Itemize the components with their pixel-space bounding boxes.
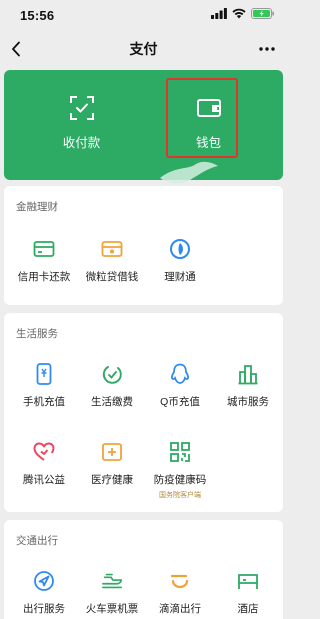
page-title: 支付 <box>129 41 158 57</box>
qcoin-topup-label: Q币充值 <box>160 396 200 408</box>
utility-bill-button[interactable]: 生活缴费 <box>77 363 147 409</box>
utility-bill-label: 生活缴费 <box>91 396 133 408</box>
city-icon <box>237 363 259 385</box>
section-title: 交通出行 <box>16 535 58 547</box>
section-title: 金融理财 <box>16 201 58 213</box>
wealth-label: 理财通 <box>164 271 196 283</box>
charity-button[interactable]: 腾讯公益 <box>9 441 79 487</box>
hotel-button[interactable]: 酒店 <box>213 570 283 616</box>
credit-card-repay-button[interactable]: 信用卡还款 <box>9 238 79 284</box>
more-icon[interactable] <box>257 40 277 58</box>
mobile-topup-button[interactable]: 手机充值 <box>9 363 79 409</box>
wallet-highlight <box>166 78 238 158</box>
medical-icon <box>101 441 123 463</box>
didi-icon <box>169 570 191 592</box>
didi-button[interactable]: 滴滴出行 <box>145 570 215 616</box>
medical-health-button[interactable]: 医疗健康 <box>77 441 147 487</box>
back-icon[interactable] <box>6 39 26 59</box>
payment-card: 收付款 钱包 <box>4 70 283 180</box>
signal-icon <box>211 6 227 24</box>
wealth-icon <box>169 238 191 260</box>
loan-button[interactable]: 微粒贷借钱 <box>77 238 147 284</box>
travel-services-button[interactable]: 出行服务 <box>9 570 79 616</box>
wifi-icon <box>232 6 246 24</box>
qr-scan-icon <box>69 95 95 121</box>
card-decoration <box>160 161 218 184</box>
life-services-section: 生活服务 手机充值 生活缴费 Q币充值 城市服务 腾讯公益 医疗健康 防疫健康码… <box>4 313 283 512</box>
city-services-label: 城市服务 <box>227 396 269 408</box>
status-bar: 15:56 <box>0 0 287 30</box>
mobile-topup-label: 手机充值 <box>23 396 65 408</box>
hotel-label: 酒店 <box>237 603 259 615</box>
hotel-icon <box>237 570 259 592</box>
qcoin-topup-button[interactable]: Q币充值 <box>145 363 215 409</box>
nav-bar: 支付 <box>0 30 287 68</box>
city-services-button[interactable]: 城市服务 <box>213 363 283 409</box>
loan-label: 微粒贷借钱 <box>85 271 139 283</box>
health-code-icon <box>169 441 191 463</box>
health-code-provider: 国务院客户端 <box>159 492 201 499</box>
train-icon <box>101 570 123 592</box>
health-code-label: 防疫健康码 <box>153 474 207 486</box>
utility-icon <box>101 363 123 385</box>
finance-section: 金融理财 信用卡还款 微粒贷借钱 理财通 <box>4 186 283 305</box>
section-title: 生活服务 <box>16 328 58 340</box>
phone-icon <box>33 363 55 385</box>
battery-icon <box>251 6 275 24</box>
credit-card-icon <box>33 238 55 260</box>
status-time: 15:56 <box>20 7 55 23</box>
charity-label: 腾讯公益 <box>23 474 65 486</box>
loan-icon <box>101 238 123 260</box>
didi-label: 滴滴出行 <box>159 603 201 615</box>
train-flight-tickets-label: 火车票机票 <box>85 603 139 615</box>
wealth-button[interactable]: 理财通 <box>145 238 215 284</box>
navigation-icon <box>33 570 55 592</box>
health-code-button[interactable]: 防疫健康码 国务院客户端 <box>145 441 215 500</box>
heart-icon <box>33 441 55 463</box>
credit-card-repay-label: 信用卡还款 <box>17 271 71 283</box>
receive-payment-button[interactable]: 收付款 <box>12 70 151 180</box>
penguin-icon <box>169 363 191 385</box>
transport-section: 交通出行 出行服务 火车票机票 滴滴出行 酒店 <box>4 520 283 619</box>
train-flight-tickets-button[interactable]: 火车票机票 <box>77 570 147 616</box>
travel-services-label: 出行服务 <box>23 603 65 615</box>
medical-health-label: 医疗健康 <box>91 474 133 486</box>
receive-payment-label: 收付款 <box>62 136 101 150</box>
